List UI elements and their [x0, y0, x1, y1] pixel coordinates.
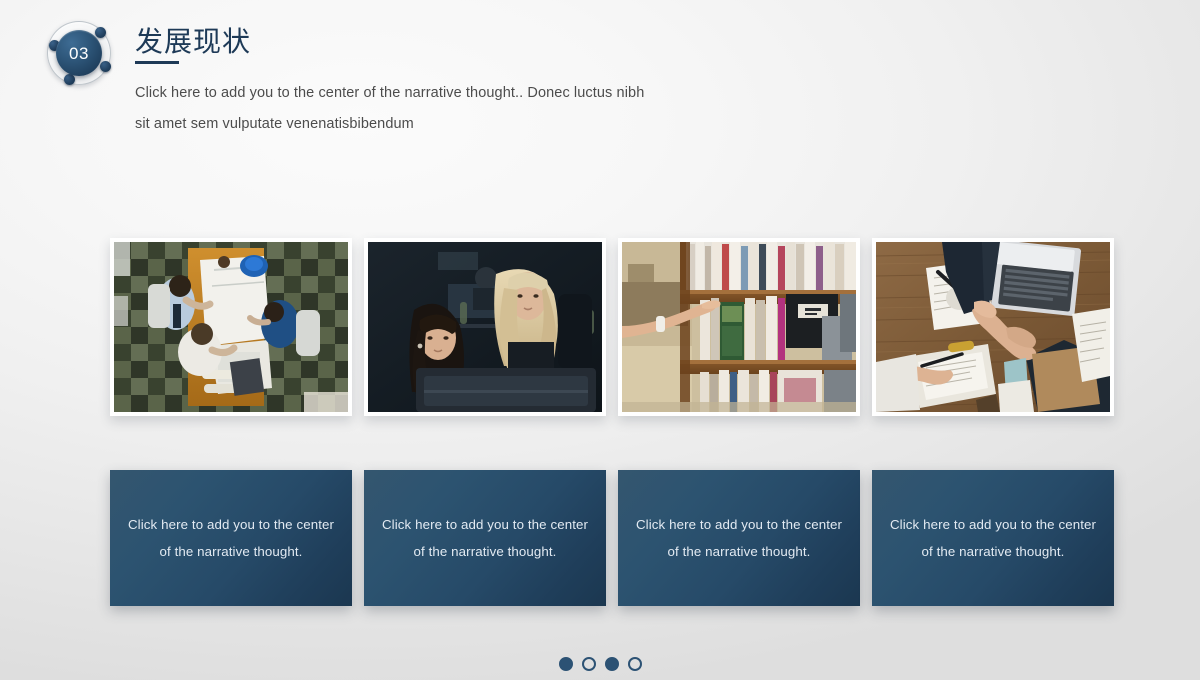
- caption-box[interactable]: Click here to add you to the center of t…: [618, 470, 860, 606]
- pagination-dots: [0, 657, 1200, 671]
- slide-canvas: 03 发展现状 Click here to add you to the cen…: [0, 0, 1200, 680]
- meeting-blueprints-photo: [114, 242, 348, 412]
- handshake-desk-photo: [876, 242, 1110, 412]
- caption-text: Click here to add you to the center of t…: [889, 516, 1097, 559]
- section-number-badge: 03: [43, 17, 115, 89]
- photo-card[interactable]: [364, 238, 606, 416]
- title-underline: [135, 61, 179, 65]
- caption-text: Click here to add you to the center of t…: [381, 516, 589, 559]
- caption-box-row: Click here to add you to the center of t…: [110, 470, 1116, 606]
- pagination-dot-1[interactable]: [558, 657, 573, 671]
- photo-card[interactable]: [618, 238, 860, 416]
- two-women-at-monitor-photo: [368, 242, 602, 412]
- pagination-dot-3[interactable]: [604, 657, 619, 671]
- badge-node-icon: [64, 74, 75, 85]
- library-shelf-hand-photo: [622, 242, 856, 412]
- badge-core: 03: [56, 30, 102, 76]
- pagination-dot-2[interactable]: [581, 657, 596, 671]
- section-number: 03: [69, 43, 89, 63]
- caption-box[interactable]: Click here to add you to the center of t…: [364, 470, 606, 606]
- page-title: 发展现状: [135, 25, 252, 58]
- photo-artwork: [368, 242, 602, 412]
- title-block: 发展现状: [135, 25, 252, 65]
- slide-header: 03 发展现状 Click here to add you to the cen…: [0, 0, 1200, 160]
- photo-card[interactable]: [872, 238, 1114, 416]
- photo-card[interactable]: [110, 238, 352, 416]
- caption-box[interactable]: Click here to add you to the center of t…: [110, 470, 352, 606]
- badge-node-icon: [95, 27, 106, 38]
- badge-node-icon: [100, 61, 111, 72]
- photo-artwork: [114, 242, 348, 412]
- photo-card-row: [110, 238, 1116, 420]
- photo-artwork: [876, 242, 1110, 412]
- caption-text: Click here to add you to the center of t…: [127, 516, 335, 559]
- photo-artwork: [622, 242, 856, 412]
- caption-text: Click here to add you to the center of t…: [635, 516, 843, 559]
- page-subtitle: Click here to add you to the center of t…: [135, 85, 645, 133]
- caption-box[interactable]: Click here to add you to the center of t…: [872, 470, 1114, 606]
- pagination-dot-4[interactable]: [627, 657, 642, 671]
